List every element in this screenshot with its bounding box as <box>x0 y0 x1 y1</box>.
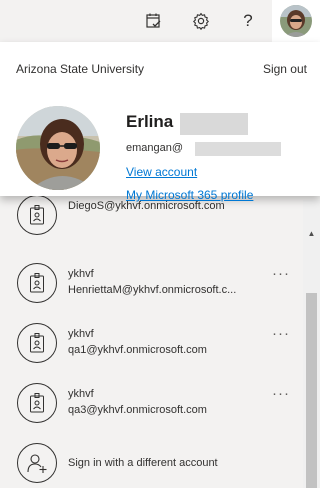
more-options-button[interactable]: ··· <box>268 266 294 288</box>
id-badge-icon <box>30 393 44 413</box>
account-list: DiegoS@ykhvf.onmicrosoft.com ykhvf Henri… <box>0 195 320 488</box>
sign-out-link[interactable]: Sign out <box>263 62 307 76</box>
account-text: ykhvf qa1@ykhvf.onmicrosoft.com <box>68 326 268 358</box>
account-icon-circle <box>17 195 57 235</box>
account-text: ykhvf qa3@ykhvf.onmicrosoft.com <box>68 386 268 418</box>
gear-icon <box>193 12 209 30</box>
profile-photo <box>16 106 100 190</box>
account-icon-circle <box>17 323 57 363</box>
scroll-thumb[interactable] <box>306 293 317 488</box>
redacted-email-domain <box>195 142 281 156</box>
m365-profile-link[interactable]: My Microsoft 365 profile <box>126 188 253 202</box>
profile-card: Arizona State University Sign out Erlina… <box>0 42 320 202</box>
account-row-qa3[interactable]: ykhvf qa3@ykhvf.onmicrosoft.com ··· <box>0 374 303 432</box>
account-tenant: ykhvf <box>68 388 94 400</box>
avatar <box>280 5 312 37</box>
more-options-button[interactable]: ··· <box>268 326 294 348</box>
user-first-name: Erlina <box>126 112 174 131</box>
more-options-button[interactable]: ··· <box>268 386 294 408</box>
help-icon: ? <box>243 11 253 30</box>
account-tenant: ykhvf <box>68 268 94 280</box>
view-account-link[interactable]: View account <box>126 165 197 179</box>
help-button[interactable]: ? <box>228 0 268 42</box>
account-icon-circle <box>17 443 57 483</box>
sign-in-different-account-label: Sign in with a different account <box>68 457 218 469</box>
id-badge-icon <box>30 273 44 293</box>
add-person-icon <box>27 454 47 473</box>
id-badge-icon <box>30 205 44 225</box>
account-icon-circle <box>17 263 57 303</box>
organization-name: Arizona State University <box>16 62 145 76</box>
account-list-scrollbar[interactable]: ▲ <box>303 200 320 488</box>
account-manager-button[interactable] <box>272 0 320 42</box>
account-email: qa3@ykhvf.onmicrosoft.com <box>68 404 207 416</box>
account-row-henriettam[interactable]: ykhvf HenriettaM@ykhvf.onmicrosoft.c... … <box>0 254 303 312</box>
scroll-up-arrow-icon[interactable]: ▲ <box>303 226 320 240</box>
suite-header: ? <box>0 0 320 42</box>
account-text: ykhvf HenriettaM@ykhvf.onmicrosoft.c... <box>68 266 268 298</box>
account-email: qa1@ykhvf.onmicrosoft.com <box>68 344 207 356</box>
calendar-check-icon <box>146 13 161 28</box>
account-email: HenriettaM@ykhvf.onmicrosoft.c... <box>68 284 237 296</box>
account-tenant: ykhvf <box>68 328 94 340</box>
account-icon-circle <box>17 383 57 423</box>
account-row-qa1[interactable]: ykhvf qa1@ykhvf.onmicrosoft.com ··· <box>0 314 303 372</box>
calendar-check-button[interactable] <box>134 0 174 42</box>
id-badge-icon <box>30 333 44 353</box>
user-email: emangan@ <box>126 142 184 154</box>
sign-in-different-account-button[interactable]: Sign in with a different account <box>0 434 303 488</box>
redacted-last-name <box>180 113 248 135</box>
settings-button[interactable] <box>181 0 221 42</box>
